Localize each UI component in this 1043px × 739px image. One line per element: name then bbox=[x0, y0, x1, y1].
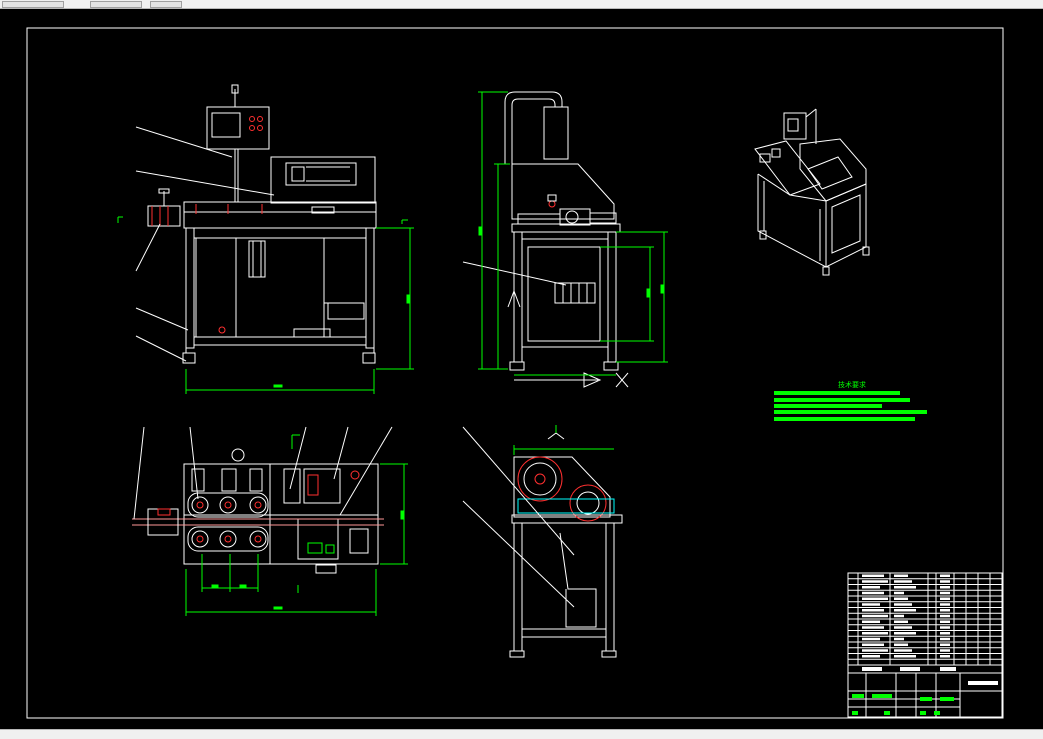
bom-cell-text bbox=[940, 649, 950, 652]
bom-cell-text bbox=[940, 626, 950, 629]
bom-cell-text bbox=[894, 580, 912, 583]
bom-cell-text bbox=[940, 614, 950, 618]
bom-cell-text bbox=[862, 574, 884, 577]
tech-requirement-line bbox=[774, 417, 915, 421]
vertical-scrollbar[interactable] bbox=[1020, 9, 1043, 729]
toolbar-tab[interactable] bbox=[90, 1, 142, 8]
bom-cell-text bbox=[894, 649, 912, 652]
bom-cell-text bbox=[862, 632, 888, 635]
front-view bbox=[135, 84, 377, 364]
bom-cell-text bbox=[894, 609, 916, 612]
bom-cell-text bbox=[940, 643, 950, 646]
top-toolbar bbox=[0, 0, 1043, 9]
bom-cell-text bbox=[862, 603, 880, 606]
bom-cell-text bbox=[862, 620, 880, 623]
bom-cell-text bbox=[894, 620, 908, 623]
bom-cell-text bbox=[862, 586, 880, 589]
toolbar-tab[interactable] bbox=[150, 1, 182, 8]
bom-cell-text bbox=[894, 591, 904, 595]
bom-cell-text bbox=[862, 655, 880, 658]
bom-cell-text bbox=[894, 574, 908, 577]
bom-cell-text bbox=[940, 586, 950, 589]
bom-cell-text bbox=[894, 632, 916, 635]
bom-cell-text bbox=[862, 637, 880, 641]
bom-cell-text bbox=[940, 591, 950, 595]
bom-cell-text bbox=[940, 655, 950, 658]
bom-cell-text bbox=[940, 603, 950, 606]
bom-cell-text bbox=[862, 626, 884, 629]
bom-cell-text bbox=[862, 597, 888, 600]
bom-cell-text bbox=[940, 609, 950, 612]
bom-cell-text bbox=[940, 580, 950, 583]
bom-cell-text bbox=[862, 580, 888, 583]
tech-requirement-line bbox=[774, 398, 910, 402]
bom-cell-text bbox=[862, 591, 884, 595]
tech-requirements-title: 技术要求 bbox=[838, 380, 866, 389]
isometric-view bbox=[754, 108, 870, 276]
bom-cell-text bbox=[894, 637, 904, 641]
bom-cell-text bbox=[940, 620, 950, 623]
bom-cell-text bbox=[940, 597, 950, 600]
cad-drawing: 技术要求 bbox=[26, 27, 1004, 719]
bom-cell-text bbox=[862, 649, 888, 652]
tech-requirement-line bbox=[774, 410, 927, 414]
bom-cell-text bbox=[894, 626, 912, 629]
side-view bbox=[462, 91, 629, 388]
front-view-dimensions bbox=[117, 216, 414, 394]
bom-cell-text bbox=[940, 574, 950, 577]
bom-cell-text bbox=[862, 643, 884, 646]
tech-requirement-line bbox=[774, 391, 900, 395]
toolbar-tab[interactable] bbox=[2, 1, 64, 8]
bom-cell-text bbox=[894, 643, 908, 646]
side-view-dimensions bbox=[478, 91, 668, 376]
bom-cell-text bbox=[894, 655, 916, 658]
cad-viewport[interactable]: 技术要求 bbox=[0, 9, 1020, 729]
bom-cell-text bbox=[862, 609, 884, 612]
top-view bbox=[132, 426, 393, 574]
bom-cell-text bbox=[894, 603, 912, 606]
bom-cell-text bbox=[894, 597, 908, 600]
section-view bbox=[462, 425, 623, 658]
tech-requirements: 技术要求 bbox=[774, 380, 927, 421]
sheet-border bbox=[26, 27, 1004, 719]
bom-cell-text bbox=[862, 614, 888, 618]
bom-cell-text bbox=[894, 614, 904, 618]
bom-cell-text bbox=[894, 586, 916, 589]
bom-table bbox=[848, 574, 1002, 660]
bom-cell-text bbox=[940, 637, 950, 641]
bom-cell-text bbox=[940, 632, 950, 635]
tech-requirement-line bbox=[774, 404, 882, 408]
